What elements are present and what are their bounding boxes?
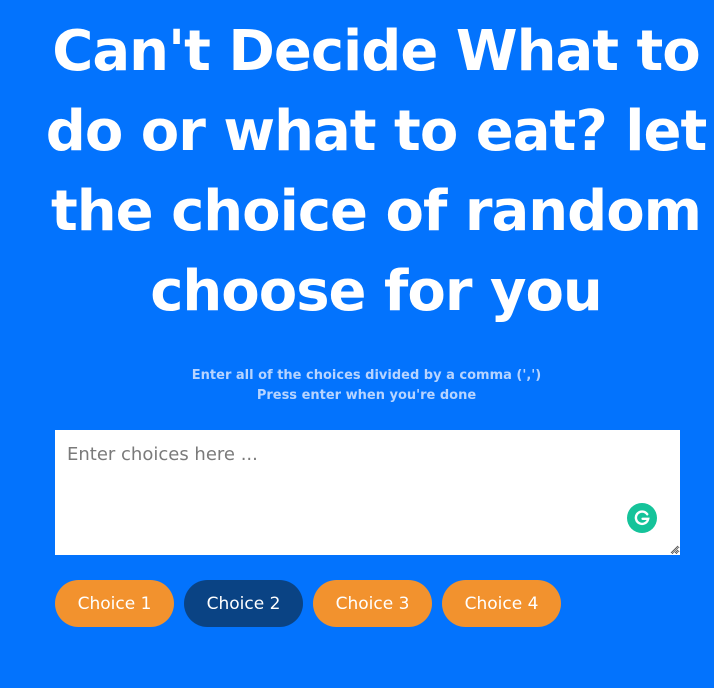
choice-1-button[interactable]: Choice 1 [55, 580, 174, 627]
choices-input[interactable] [55, 430, 680, 555]
choice-4-button[interactable]: Choice 4 [442, 580, 561, 627]
instructions-line-2: Press enter when you're done [256, 388, 477, 403]
page-headline: Can't Decide What to do or what to eat? … [45, 19, 708, 324]
choice-2-button[interactable]: Choice 2 [184, 580, 303, 627]
choice-buttons: Choice 1 Choice 2 Choice 3 Choice 4 [55, 580, 561, 627]
resize-grip-icon[interactable] [669, 544, 679, 554]
instructions-line-1: Enter all of the choices divided by a co… [191, 368, 542, 383]
grammarly-g-icon[interactable] [627, 503, 657, 533]
page: Can't Decide What to do or what to eat? … [0, 0, 714, 688]
choices-input-container [55, 430, 680, 555]
choice-3-button[interactable]: Choice 3 [313, 580, 432, 627]
instructions: Enter all of the choices divided by a co… [0, 366, 714, 406]
